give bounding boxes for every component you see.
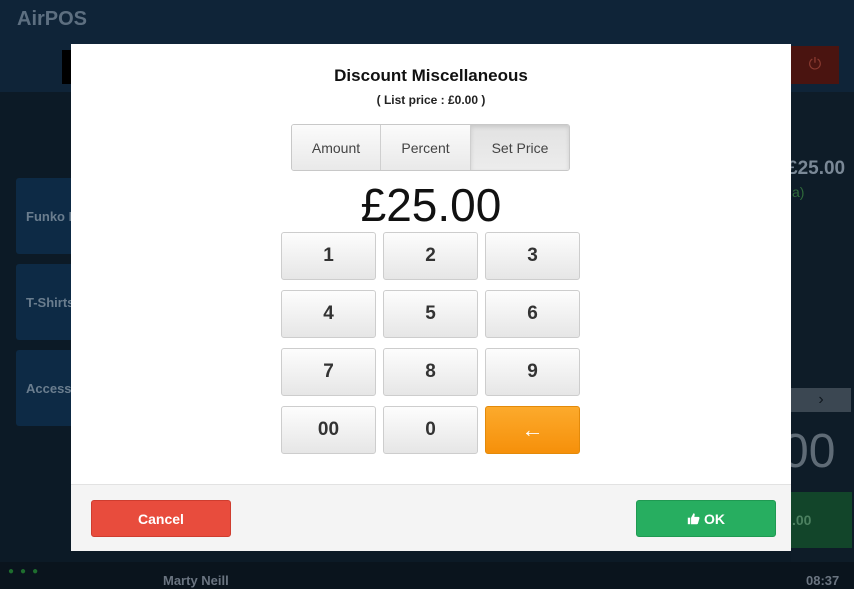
ok-button[interactable]: OK [636,500,776,537]
list-price-label: ( List price : £0.00 ) [376,93,486,107]
category-tile-accessories[interactable]: Accessories [16,350,76,426]
category-tile-label: T-Shirts [26,294,75,310]
dialog-title: Discount Miscellaneous [334,66,528,85]
key-6[interactable]: 6 [485,290,580,338]
key-3[interactable]: 3 [485,232,580,280]
power-button[interactable]: ⏻ [791,46,839,84]
category-tile-tshirts[interactable]: T-Shirts [16,264,76,340]
tab-set-price[interactable]: Set Price [471,125,569,170]
key-00[interactable]: 00 [281,406,376,454]
key-9[interactable]: 9 [485,348,580,396]
app-title: AirPOS [17,8,88,30]
dialog-footer: Cancel OK [71,484,791,551]
cancel-button-label: Cancel [138,510,184,527]
status-bar [0,562,854,589]
discount-mode-tabs: Amount Percent Set Price [291,124,570,171]
category-tile-label: Funko Movie [26,208,76,224]
ok-button-label: OK [704,510,725,527]
key-8[interactable]: 8 [383,348,478,396]
chevron-right-icon[interactable]: › [791,388,851,412]
key-7[interactable]: 7 [281,348,376,396]
key-5[interactable]: 5 [383,290,478,338]
key-0[interactable]: 0 [383,406,478,454]
tab-percent[interactable]: Percent [381,125,471,170]
key-4[interactable]: 4 [281,290,376,338]
key-2[interactable]: 2 [383,232,478,280]
cancel-button[interactable]: Cancel [91,500,231,537]
discount-dialog: Discount Miscellaneous ( List price : £0… [71,44,791,551]
cart-item-price: £25.00 [787,158,846,179]
category-tile-label: Accessories [26,380,76,396]
key-1[interactable]: 1 [281,232,376,280]
current-user: Marty Neill [163,573,229,588]
category-tile-funko[interactable]: Funko Movie [16,178,76,254]
backspace-key[interactable]: ← [485,406,580,454]
power-icon: ⏻ [808,56,822,73]
price-display: £25.00 [360,179,502,231]
status-dots-icon: ●●● [8,566,45,577]
tab-amount[interactable]: Amount [292,125,381,170]
cart-item-note: a) [792,184,805,200]
pay-button[interactable]: .00 [782,492,852,548]
clock: 08:37 [806,573,840,588]
thumbs-up-icon [687,513,700,525]
backspace-arrow-icon: ← [521,417,544,442]
